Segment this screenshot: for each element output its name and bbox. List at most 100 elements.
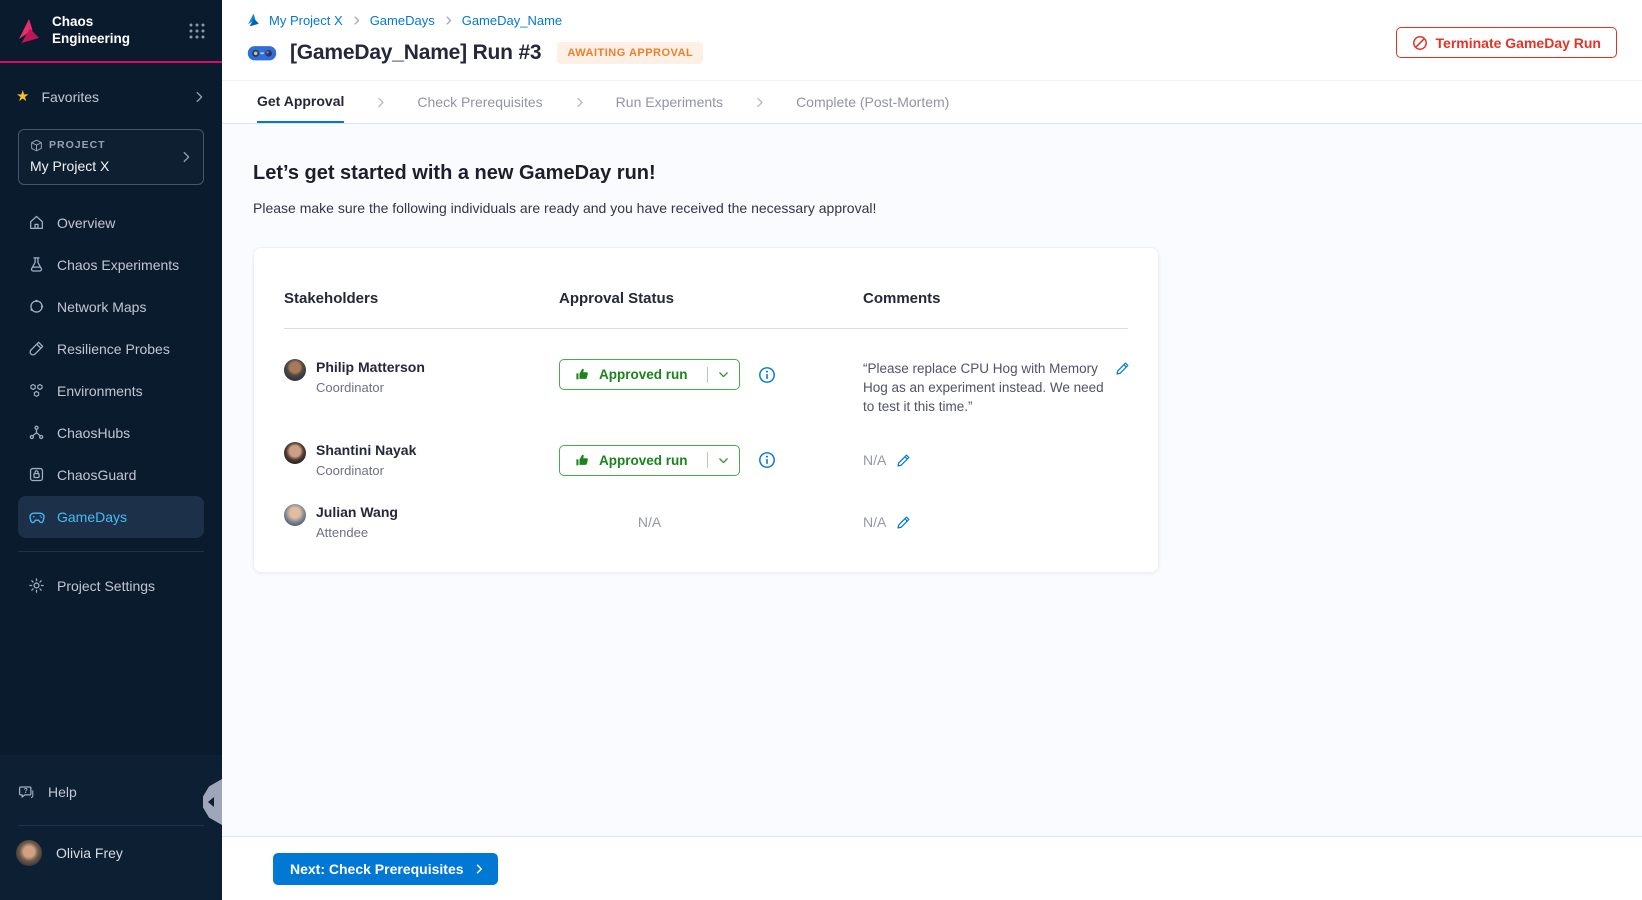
- step-run-experiments[interactable]: Run Experiments: [616, 81, 723, 123]
- column-comments: Comments: [863, 290, 1128, 307]
- approval-status-dropdown[interactable]: Approved run: [559, 445, 740, 476]
- chaos-engineering-logo-icon: [16, 16, 42, 46]
- sidebar-item-resilience-probes[interactable]: Resilience Probes: [18, 328, 204, 370]
- sidebar-item-help[interactable]: ? Help: [0, 779, 222, 805]
- nav-label: Overview: [57, 215, 115, 231]
- thumbs-up-icon: [575, 453, 590, 468]
- nav-label: Network Maps: [57, 299, 146, 315]
- content-heading: Let’s get started with a new GameDay run…: [253, 162, 1642, 185]
- gear-icon: [28, 577, 45, 594]
- cube-icon: [30, 139, 43, 152]
- action-footer: Next: Check Prerequisites: [222, 836, 1642, 900]
- gamepad-emoji-icon: [247, 43, 277, 64]
- comment-text: “Please replace CPU Hog with Memory Hog …: [863, 359, 1105, 416]
- info-icon[interactable]: [758, 451, 776, 469]
- network-map-icon: [28, 298, 45, 315]
- nav-label: GameDays: [57, 509, 127, 525]
- sidebar-item-project-settings[interactable]: Project Settings: [18, 565, 204, 607]
- comment-cell: N/A: [863, 513, 1128, 532]
- step-get-approval[interactable]: Get Approval: [257, 81, 344, 123]
- chevron-down-icon: [717, 368, 730, 381]
- sidebar-nav: Overview Chaos Experiments Network Maps …: [18, 202, 204, 607]
- breadcrumb-link-gamedays[interactable]: GameDays: [370, 13, 435, 28]
- button-divider: [707, 452, 708, 468]
- next-check-prerequisites-button[interactable]: Next: Check Prerequisites: [273, 853, 498, 885]
- sidebar-item-chaosguard[interactable]: ChaosGuard: [18, 454, 204, 496]
- brand-title: Chaos Engineering: [52, 14, 130, 48]
- sidebar-item-chaoshubs[interactable]: ChaosHubs: [18, 412, 204, 454]
- sidebar-favorites[interactable]: ★ Favorites: [16, 89, 206, 105]
- stakeholder-cell: Julian Wang Attendee: [284, 504, 559, 540]
- edit-comment-icon[interactable]: [1115, 361, 1130, 416]
- help-label: Help: [48, 784, 77, 800]
- step-check-prerequisites[interactable]: Check Prerequisites: [417, 81, 542, 123]
- nav-divider: [18, 551, 204, 552]
- table-row: Philip Matterson Coordinator Approved ru…: [284, 355, 1128, 416]
- nav-label: Resilience Probes: [57, 341, 170, 357]
- stakeholder-role: Attendee: [316, 525, 398, 540]
- chevron-right-icon: [351, 15, 362, 26]
- comment-text: N/A: [863, 451, 886, 470]
- comment-cell: “Please replace CPU Hog with Memory Hog …: [863, 359, 1132, 416]
- page-title: [GameDay_Name] Run #3: [290, 41, 541, 65]
- project-selector[interactable]: PROJECT My Project X: [18, 129, 204, 185]
- nav-label: Chaos Experiments: [57, 257, 179, 273]
- home-icon: [28, 214, 45, 231]
- star-icon: ★: [16, 89, 29, 104]
- brand-row: Chaos Engineering: [0, 0, 222, 48]
- sidebar: Chaos Engineering ★ Favorites PROJECT: [0, 0, 222, 900]
- breadcrumb-link-project[interactable]: My Project X: [269, 13, 343, 28]
- nav-label: Project Settings: [57, 578, 155, 594]
- lock-shield-icon: [28, 466, 45, 483]
- table-header-divider: [284, 328, 1128, 329]
- comment-cell: N/A: [863, 451, 1128, 470]
- status-badge: AWAITING APPROVAL: [557, 42, 703, 64]
- gameday-steps: Get Approval Check Prerequisites Run Exp…: [222, 80, 1642, 124]
- table-header: Stakeholders Approval Status Comments: [284, 268, 1128, 307]
- edit-comment-icon[interactable]: [896, 453, 911, 468]
- sidebar-item-network-maps[interactable]: Network Maps: [18, 286, 204, 328]
- sidebar-item-gamedays[interactable]: GameDays: [18, 496, 204, 538]
- sidebar-spacer: [0, 607, 222, 755]
- stakeholder-name: Shantini Nayak: [316, 442, 416, 458]
- apps-grid-icon[interactable]: [188, 22, 206, 40]
- column-stakeholders: Stakeholders: [284, 290, 559, 307]
- sidebar-item-overview[interactable]: Overview: [18, 202, 204, 244]
- info-icon[interactable]: [758, 366, 776, 384]
- breadcrumb-link-gameday-name[interactable]: GameDay_Name: [462, 13, 562, 28]
- avatar: [284, 442, 306, 464]
- approval-status-na: N/A: [559, 514, 740, 530]
- avatar: [284, 504, 306, 526]
- sidebar-item-chaos-experiments[interactable]: Chaos Experiments: [18, 244, 204, 286]
- avatar: [284, 359, 306, 381]
- hub-nodes-icon: [28, 424, 45, 441]
- next-button-label: Next: Check Prerequisites: [290, 861, 464, 877]
- favorites-label: Favorites: [41, 89, 99, 105]
- column-approval-status: Approval Status: [559, 290, 863, 307]
- sidebar-item-environments[interactable]: Environments: [18, 370, 204, 412]
- content-subheading: Please make sure the following individua…: [253, 200, 1642, 216]
- stakeholder-name: Philip Matterson: [316, 359, 425, 375]
- breadcrumb-chaos-icon: [246, 12, 261, 28]
- chevron-down-icon: [717, 454, 730, 467]
- edit-comment-icon[interactable]: [896, 515, 911, 530]
- user-menu[interactable]: Olivia Frey: [0, 826, 222, 900]
- approval-status-dropdown[interactable]: Approved run: [559, 359, 740, 390]
- stakeholder-role: Coordinator: [316, 463, 416, 478]
- user-avatar: [16, 840, 42, 866]
- approval-status-label: Approved run: [599, 367, 698, 382]
- terminate-gameday-run-button[interactable]: Terminate GameDay Run: [1396, 27, 1617, 58]
- chevron-right-icon: [753, 81, 766, 123]
- chevron-right-icon: [179, 150, 193, 164]
- gamepad-icon: [28, 508, 45, 525]
- chevron-right-icon: [473, 863, 485, 875]
- approval-status-cell: Approved run: [559, 359, 863, 390]
- terminate-label: Terminate GameDay Run: [1436, 35, 1601, 51]
- approval-status-label: Approved run: [599, 453, 698, 468]
- thumbs-up-icon: [575, 367, 590, 382]
- step-complete-post-mortem[interactable]: Complete (Post-Mortem): [796, 81, 949, 123]
- help-chat-icon: ?: [18, 784, 35, 801]
- hexagons-icon: [28, 382, 45, 399]
- stakeholder-cell: Shantini Nayak Coordinator: [284, 442, 559, 478]
- approval-status-cell: N/A: [559, 514, 863, 530]
